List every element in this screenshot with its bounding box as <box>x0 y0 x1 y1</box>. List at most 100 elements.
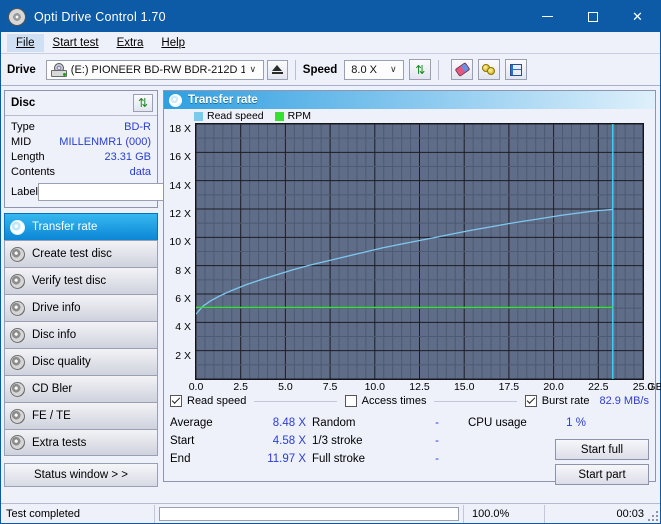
menu-item-help[interactable]: Help <box>152 34 194 52</box>
menu-item-start-test[interactable]: Start test <box>44 34 108 52</box>
action-buttons: Start full Start part <box>555 439 649 485</box>
start-part-button[interactable]: Start part <box>555 464 649 485</box>
y-tick-label: 18 X <box>169 123 191 135</box>
save-icon <box>510 64 522 76</box>
window-title: Opti Drive Control 1.70 <box>34 10 166 24</box>
disc-icon <box>10 247 25 262</box>
disc-row-type-value: BD-R <box>124 121 151 133</box>
minimize-button[interactable] <box>525 1 570 32</box>
close-icon: ✕ <box>632 10 643 23</box>
save-button[interactable] <box>505 59 527 80</box>
result-start-key: Start <box>170 435 256 447</box>
start-full-button[interactable]: Start full <box>555 439 649 460</box>
sidebar-item-label: Create test disc <box>32 248 112 260</box>
result-end-value: 11.97 X <box>256 453 312 465</box>
menu-item-extra[interactable]: Extra <box>108 34 153 52</box>
speed-select[interactable]: 8.0 X ∨ <box>344 60 404 80</box>
read-speed-checkbox[interactable] <box>170 395 182 407</box>
disc-row-contents: Contents data <box>11 164 151 179</box>
result-start-value: 4.58 X <box>256 435 312 447</box>
refresh-button[interactable]: ⇅ <box>409 59 431 80</box>
disc-label-row: Label <box>11 181 151 202</box>
sidebar-item-fe-te[interactable]: FE / TE <box>4 402 158 429</box>
option-divider-2 <box>434 401 516 402</box>
status-window-button[interactable]: Status window > > <box>4 463 158 487</box>
menu-item-file[interactable]: File <box>7 34 44 52</box>
disc-panel: Disc ⇅ Type BD-R MID MILLENMR1 (000) <box>4 90 158 208</box>
toolbar-divider-2 <box>438 60 439 80</box>
access-times-checkbox[interactable] <box>345 395 357 407</box>
burst-rate-option[interactable]: Burst rate <box>525 395 590 407</box>
sidebar-item-label: FE / TE <box>32 410 71 422</box>
start-part-label: Start part <box>578 469 625 481</box>
resize-grip[interactable] <box>647 510 658 521</box>
disc-row-length-value: 23.31 GB <box>105 151 151 163</box>
read-speed-option[interactable]: Read speed <box>170 395 246 407</box>
option-divider-1 <box>254 401 336 402</box>
sidebar-item-verify-test-disc[interactable]: Verify test disc <box>4 267 158 294</box>
status-text: Test completed <box>1 508 154 520</box>
result-random-key: Random <box>312 417 406 429</box>
chart-y-axis-labels: 2 X4 X6 X8 X10 X12 X14 X16 X18 X <box>164 118 193 384</box>
drive-label: Drive <box>7 64 36 76</box>
sidebar-item-create-test-disc[interactable]: Create test disc <box>4 240 158 267</box>
x-tick-label: 7.5 <box>323 381 338 393</box>
legend-label-rpm: RPM <box>288 110 311 122</box>
eject-button[interactable] <box>267 60 288 80</box>
disc-panel-header: Disc ⇅ <box>5 91 157 116</box>
results-grid: Average 8.48 X Random - CPU usage 1 % St… <box>170 417 649 465</box>
refresh-icon: ⇅ <box>138 97 148 109</box>
y-tick-label: 6 X <box>175 293 191 305</box>
x-tick-label: 2.5 <box>233 381 248 393</box>
erase-button[interactable] <box>451 59 473 80</box>
sidebar-item-label: Drive info <box>32 302 81 314</box>
maximize-icon <box>588 12 598 22</box>
disc-tools-button[interactable] <box>478 59 500 80</box>
title-bar: Opti Drive Control 1.70 ✕ <box>1 1 660 32</box>
progress-percent: 100.0% <box>464 508 544 520</box>
sidebar-item-disc-quality[interactable]: Disc quality <box>4 348 158 375</box>
speed-label: Speed <box>303 64 338 76</box>
disc-row-contents-key: Contents <box>11 166 55 178</box>
x-tick-label: 22.5 <box>588 381 608 393</box>
result-average-value: 8.48 X <box>256 417 312 429</box>
close-button[interactable]: ✕ <box>615 1 660 32</box>
x-axis-unit: GB <box>647 381 661 393</box>
disc-tools-icon <box>482 64 496 76</box>
chevron-down-icon: ∨ <box>245 64 261 75</box>
elapsed-time: 00:03 <box>545 508 660 520</box>
drive-select-value: (E:) PIONEER BD-RW BDR-212D 1.01 <box>67 64 245 76</box>
disc-refresh-button[interactable]: ⇅ <box>133 94 153 112</box>
result-third-stroke-key: 1/3 stroke <box>312 435 406 447</box>
speed-select-value: 8.0 X <box>347 64 385 76</box>
burst-rate-checkbox[interactable] <box>525 395 537 407</box>
read-speed-label: Read speed <box>187 395 246 407</box>
sidebar-item-label: Transfer rate <box>32 221 97 233</box>
sidebar-item-disc-info[interactable]: Disc info <box>4 321 158 348</box>
sidebar-item-label: CD Bler <box>32 383 72 395</box>
maximize-button[interactable] <box>570 1 615 32</box>
x-tick-label: 15.0 <box>454 381 474 393</box>
legend-swatch-read-speed <box>194 112 203 121</box>
disc-icon <box>10 355 25 370</box>
status-window-label: Status window > > <box>34 469 128 481</box>
sidebar-item-drive-info[interactable]: Drive info <box>4 294 158 321</box>
y-tick-label: 8 X <box>175 265 191 277</box>
sidebar-item-transfer-rate[interactable]: Transfer rate <box>4 213 158 240</box>
disc-row-contents-value: data <box>130 166 151 178</box>
y-tick-label: 16 X <box>169 151 191 163</box>
drive-select[interactable]: (E:) PIONEER BD-RW BDR-212D 1.01 ∨ <box>46 60 264 80</box>
result-random-value: - <box>406 417 468 429</box>
sidebar-item-extra-tests[interactable]: Extra tests <box>4 429 158 456</box>
transfer-rate-chart: Read speed RPM 2 X4 X6 X8 X10 X12 X14 X1… <box>164 109 655 389</box>
disc-info-rows: Type BD-R MID MILLENMR1 (000) Length 23.… <box>5 116 157 207</box>
status-divider-1 <box>154 505 155 523</box>
window-controls: ✕ <box>525 1 660 32</box>
legend-label-read-speed: Read speed <box>207 110 264 122</box>
burst-rate-value: 82.9 MB/s <box>599 395 649 407</box>
minimize-icon <box>542 16 553 17</box>
access-times-option[interactable]: Access times <box>345 395 427 407</box>
sidebar: Disc ⇅ Type BD-R MID MILLENMR1 (000) <box>1 86 161 484</box>
sidebar-item-cd-bler[interactable]: CD Bler <box>4 375 158 402</box>
x-tick-label: 10.0 <box>365 381 385 393</box>
